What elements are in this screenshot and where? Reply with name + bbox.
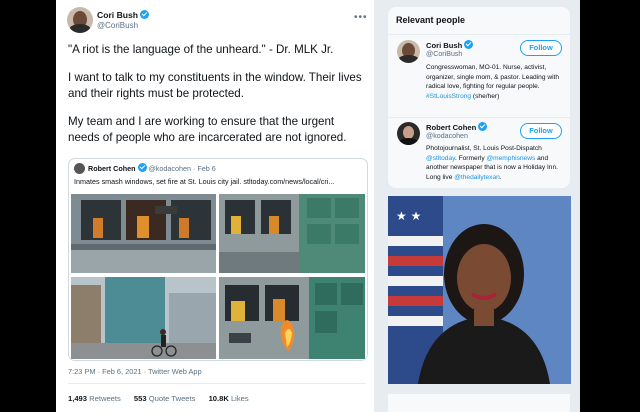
jail-fire-photo [219,277,365,359]
jail-window-photo [71,194,216,273]
retweets-label: Retweets [89,394,121,403]
person-handle[interactable]: @CoriBush [426,50,462,58]
quote-tweets-stat[interactable]: 553 Quote Tweets [134,394,196,403]
tweet-timestamp[interactable]: 7:23 PM · Feb 6, 2021 · Twitter Web App [68,367,202,376]
media-photo[interactable] [71,277,216,359]
quote-tweets-label: Quote Tweets [148,394,196,403]
relevant-people-title: Relevant people [396,15,466,25]
bio-text: . [499,173,502,181]
bio-pronouns: (she/her) [471,92,500,100]
likes-stat[interactable]: 10.8K Likes [209,394,249,403]
tweet-paragraph: I want to talk to my constituents in the… [68,71,362,100]
person-handle[interactable]: @kodacohen [426,132,468,140]
tweet-stats: 1,493 Retweets 553 Quote Tweets 10.8K Li… [68,394,260,403]
quoted-tweet-text: Inmates smash windows, set fire at St. L… [74,177,335,186]
divider [388,117,570,118]
street-cyclist-photo [71,277,216,359]
quoted-tweet-header: Robert Cohen @kodacohen · Feb 6 [88,163,216,173]
portrait-drawing: ★ ★ [388,196,571,384]
quoted-author-avatar [74,163,85,174]
divider [388,34,570,35]
person-name-row[interactable]: Robert Cohen [426,122,488,132]
person-name[interactable]: Robert Cohen [426,123,476,132]
tweet-paragraph: "A riot is the language of the unheard."… [68,43,334,56]
divider [68,383,366,384]
jail-facade-photo [219,194,365,273]
mention-link[interactable]: @memphisnews [486,155,535,162]
sidebar-next-card [388,394,570,412]
author-handle[interactable]: @CoriBush [97,21,138,30]
quoted-author-handle: @kodacohen [148,164,191,173]
svg-text:★ ★: ★ ★ [396,209,421,223]
bio-text: Congresswoman, MO-01. Nurse, activist, o… [426,64,560,91]
mention-link[interactable]: @stltoday [426,155,455,162]
media-photo[interactable] [219,277,365,359]
bio-text: Photojournalist, St. Louis Post-Dispatch [426,145,542,152]
media-photo[interactable] [219,194,365,273]
person-name-row[interactable]: Cori Bush [426,40,474,50]
media-photo[interactable] [71,194,216,273]
verified-badge-icon [478,122,488,131]
retweets-count: 1,493 [68,394,88,403]
quoted-tweet-date: · Feb 6 [192,164,216,173]
person-bio: Congresswoman, MO-01. Nurse, activist, o… [426,63,564,101]
quoted-tweet[interactable]: Robert Cohen @kodacohen · Feb 6 Inmates … [68,158,368,361]
tweet-text: "A riot is the language of the unheard."… [68,42,366,158]
bio-text: . Formerly [454,154,487,162]
tweet-paragraph: My team and I are working to ensure that… [68,115,347,144]
person-bio: Photojournalist, St. Louis Post-Dispatch… [426,144,566,182]
author-avatar[interactable] [67,7,93,33]
person-avatar[interactable] [397,122,420,145]
person-name[interactable]: Cori Bush [426,41,462,50]
mention-link[interactable]: @thedailytexan [454,174,500,181]
tweet-card: Cori Bush @CoriBush ••• "A riot is the l… [56,0,374,412]
portrait-image: ★ ★ [388,196,571,384]
person-avatar[interactable] [397,40,420,63]
hashtag-link[interactable]: #StLouisStrong [426,93,471,100]
likes-count: 10.8K [208,394,229,403]
likes-label: Likes [230,394,249,403]
quoted-author-name: Robert Cohen [88,164,136,173]
retweets-stat[interactable]: 1,493 Retweets [68,394,121,403]
follow-button[interactable]: Follow [520,123,562,139]
more-options-icon[interactable]: ••• [354,12,368,23]
quoted-media-grid[interactable] [69,192,367,360]
author-name[interactable]: Cori Bush [97,10,138,20]
follow-button[interactable]: Follow [520,40,562,56]
quote-tweets-count: 553 [133,394,147,403]
author-name-row[interactable]: Cori Bush [97,10,150,20]
verified-badge-icon [140,10,150,19]
verified-badge-icon [464,40,474,49]
relevant-people-panel: Relevant people Cori Bush @CoriBush Foll… [388,7,570,188]
verified-badge-icon [137,163,147,172]
